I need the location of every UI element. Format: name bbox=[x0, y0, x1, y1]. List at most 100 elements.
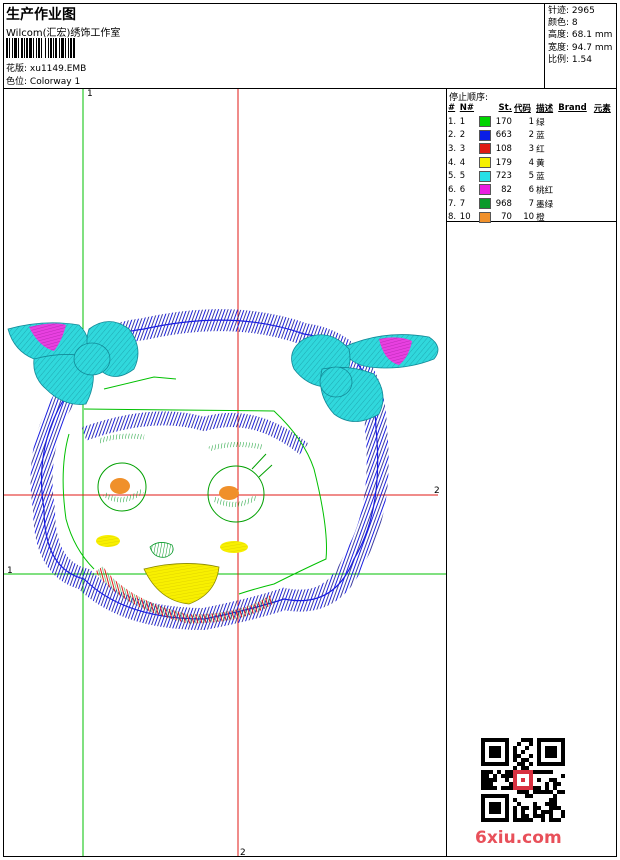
col-brand: Brand bbox=[558, 102, 587, 113]
row-needle: 7 bbox=[459, 198, 466, 209]
row-swatch bbox=[478, 211, 492, 225]
row-brand bbox=[557, 142, 593, 156]
row-stitches: 968 bbox=[495, 198, 512, 209]
col-desc: 描述 bbox=[536, 103, 554, 114]
row-swatch bbox=[478, 197, 492, 211]
color-swatch bbox=[478, 143, 491, 155]
row-desc: 蓝 bbox=[536, 131, 545, 142]
row-index: 6. bbox=[448, 184, 457, 195]
color-swatch bbox=[478, 198, 491, 210]
row-swatch bbox=[478, 128, 492, 142]
row-swatch bbox=[478, 169, 492, 183]
row-stitches: 108 bbox=[495, 143, 512, 154]
col-code: 代码 bbox=[513, 103, 531, 114]
row-element bbox=[593, 142, 615, 156]
company-name: Wilcom(汇宏)绣饰工作室 bbox=[6, 28, 121, 39]
nose bbox=[149, 542, 174, 558]
row-brand bbox=[557, 211, 593, 225]
row-index: 5. bbox=[448, 171, 457, 182]
design-file-row: 花版: xu1149.EMB bbox=[6, 61, 86, 74]
row-swatch bbox=[478, 156, 492, 170]
row-code: 10 bbox=[523, 212, 535, 223]
row-desc: 蓝 bbox=[536, 172, 545, 183]
row-brand bbox=[557, 156, 593, 170]
row-index: 3. bbox=[448, 143, 457, 154]
row-desc: 红 bbox=[536, 144, 545, 155]
bangs-fringe bbox=[81, 411, 309, 455]
embroidery-design-canvas bbox=[4, 89, 446, 856]
axis-label-h1: 1 bbox=[7, 566, 13, 576]
design-value: xu1149.EMB bbox=[29, 64, 87, 74]
page-title: 生产作业图 bbox=[6, 7, 76, 23]
right-pupil bbox=[219, 486, 239, 500]
row-code: 6 bbox=[528, 184, 535, 195]
left-bow-knot bbox=[73, 342, 111, 376]
stop-row: 6. 6 82 6 桃红 bbox=[447, 183, 615, 197]
row-code: 5 bbox=[528, 171, 535, 182]
colorway-label: 色位: bbox=[6, 77, 28, 87]
row-swatch bbox=[478, 142, 492, 156]
row-desc: 墨绿 bbox=[536, 199, 554, 210]
horn-detail-line bbox=[103, 376, 177, 390]
row-element bbox=[593, 183, 615, 197]
right-cheek bbox=[220, 541, 248, 553]
row-element bbox=[593, 169, 615, 183]
color-swatch bbox=[478, 184, 491, 196]
row-element bbox=[593, 128, 615, 142]
row-element bbox=[593, 211, 615, 225]
row-stitches: 82 bbox=[501, 184, 512, 195]
row-code: 7 bbox=[528, 198, 535, 209]
row-brand bbox=[557, 169, 593, 183]
stats-panel: 针迹: 2965 颜色: 8 高度: 68.1 mm 宽度: 94.7 mm 比… bbox=[548, 5, 612, 66]
col-needle: N# bbox=[459, 102, 475, 113]
row-brand bbox=[557, 183, 593, 197]
stop-row: 3. 3 108 3 红 bbox=[447, 142, 615, 156]
stat-scale: 比例: 1.54 bbox=[548, 54, 592, 65]
left-eyebrow bbox=[98, 433, 145, 444]
axis-label-h2: 2 bbox=[434, 486, 440, 496]
color-swatch bbox=[478, 211, 491, 223]
row-index: 1. bbox=[448, 116, 457, 127]
color-swatch bbox=[478, 170, 491, 182]
tongue bbox=[143, 563, 220, 605]
row-element bbox=[593, 115, 615, 129]
row-code: 1 bbox=[528, 116, 535, 127]
row-needle: 4 bbox=[459, 157, 466, 168]
right-bow-knot bbox=[319, 366, 353, 398]
axis-label-v2: 2 bbox=[240, 848, 246, 858]
design-label: 花版: bbox=[6, 64, 28, 74]
color-swatch bbox=[478, 116, 491, 128]
right-eyebrow bbox=[208, 441, 263, 452]
row-stitches: 179 bbox=[495, 157, 512, 168]
row-swatch bbox=[478, 115, 492, 129]
table-header-row: # N# St. 代码 描述 Brand 元素 bbox=[447, 101, 615, 115]
colorway-value: Colorway 1 bbox=[29, 77, 81, 87]
stat-width: 宽度: 94.7 mm bbox=[548, 42, 613, 53]
stat-colors: 颜色: 8 bbox=[548, 18, 578, 29]
color-swatch bbox=[478, 129, 491, 141]
stop-sequence-table: # N# St. 代码 描述 Brand 元素 1. 1 170 1 绿 2. 2 663 2 蓝… bbox=[447, 101, 615, 224]
row-needle: 3 bbox=[459, 143, 466, 154]
row-index: 7. bbox=[448, 198, 457, 209]
watermark-logo: 6xiu.com bbox=[475, 828, 562, 848]
col-stitches: St. bbox=[498, 102, 512, 113]
row-desc: 绿 bbox=[536, 117, 545, 128]
row-element bbox=[593, 156, 615, 170]
stat-stitches: 针迹: 2965 bbox=[548, 6, 595, 16]
row-needle: 1 bbox=[459, 116, 466, 127]
stop-row: 2. 2 663 2 蓝 bbox=[447, 128, 615, 142]
row-needle: 2 bbox=[459, 130, 466, 141]
barcode bbox=[6, 38, 118, 58]
row-brand bbox=[557, 115, 593, 129]
left-pupil bbox=[110, 478, 130, 494]
stop-row: 5. 5 723 5 蓝 bbox=[447, 169, 615, 183]
row-needle: 6 bbox=[459, 184, 466, 195]
row-code: 3 bbox=[528, 143, 535, 154]
row-desc: 橙 bbox=[536, 213, 545, 224]
left-cheek bbox=[96, 535, 120, 547]
stop-row: 7. 7 968 7 墨绿 bbox=[447, 197, 615, 211]
stop-row: 1. 1 170 1 绿 bbox=[447, 115, 615, 129]
row-code: 2 bbox=[528, 130, 535, 141]
row-desc: 黄 bbox=[536, 158, 545, 169]
stop-row: 4. 4 179 4 黄 bbox=[447, 156, 615, 170]
